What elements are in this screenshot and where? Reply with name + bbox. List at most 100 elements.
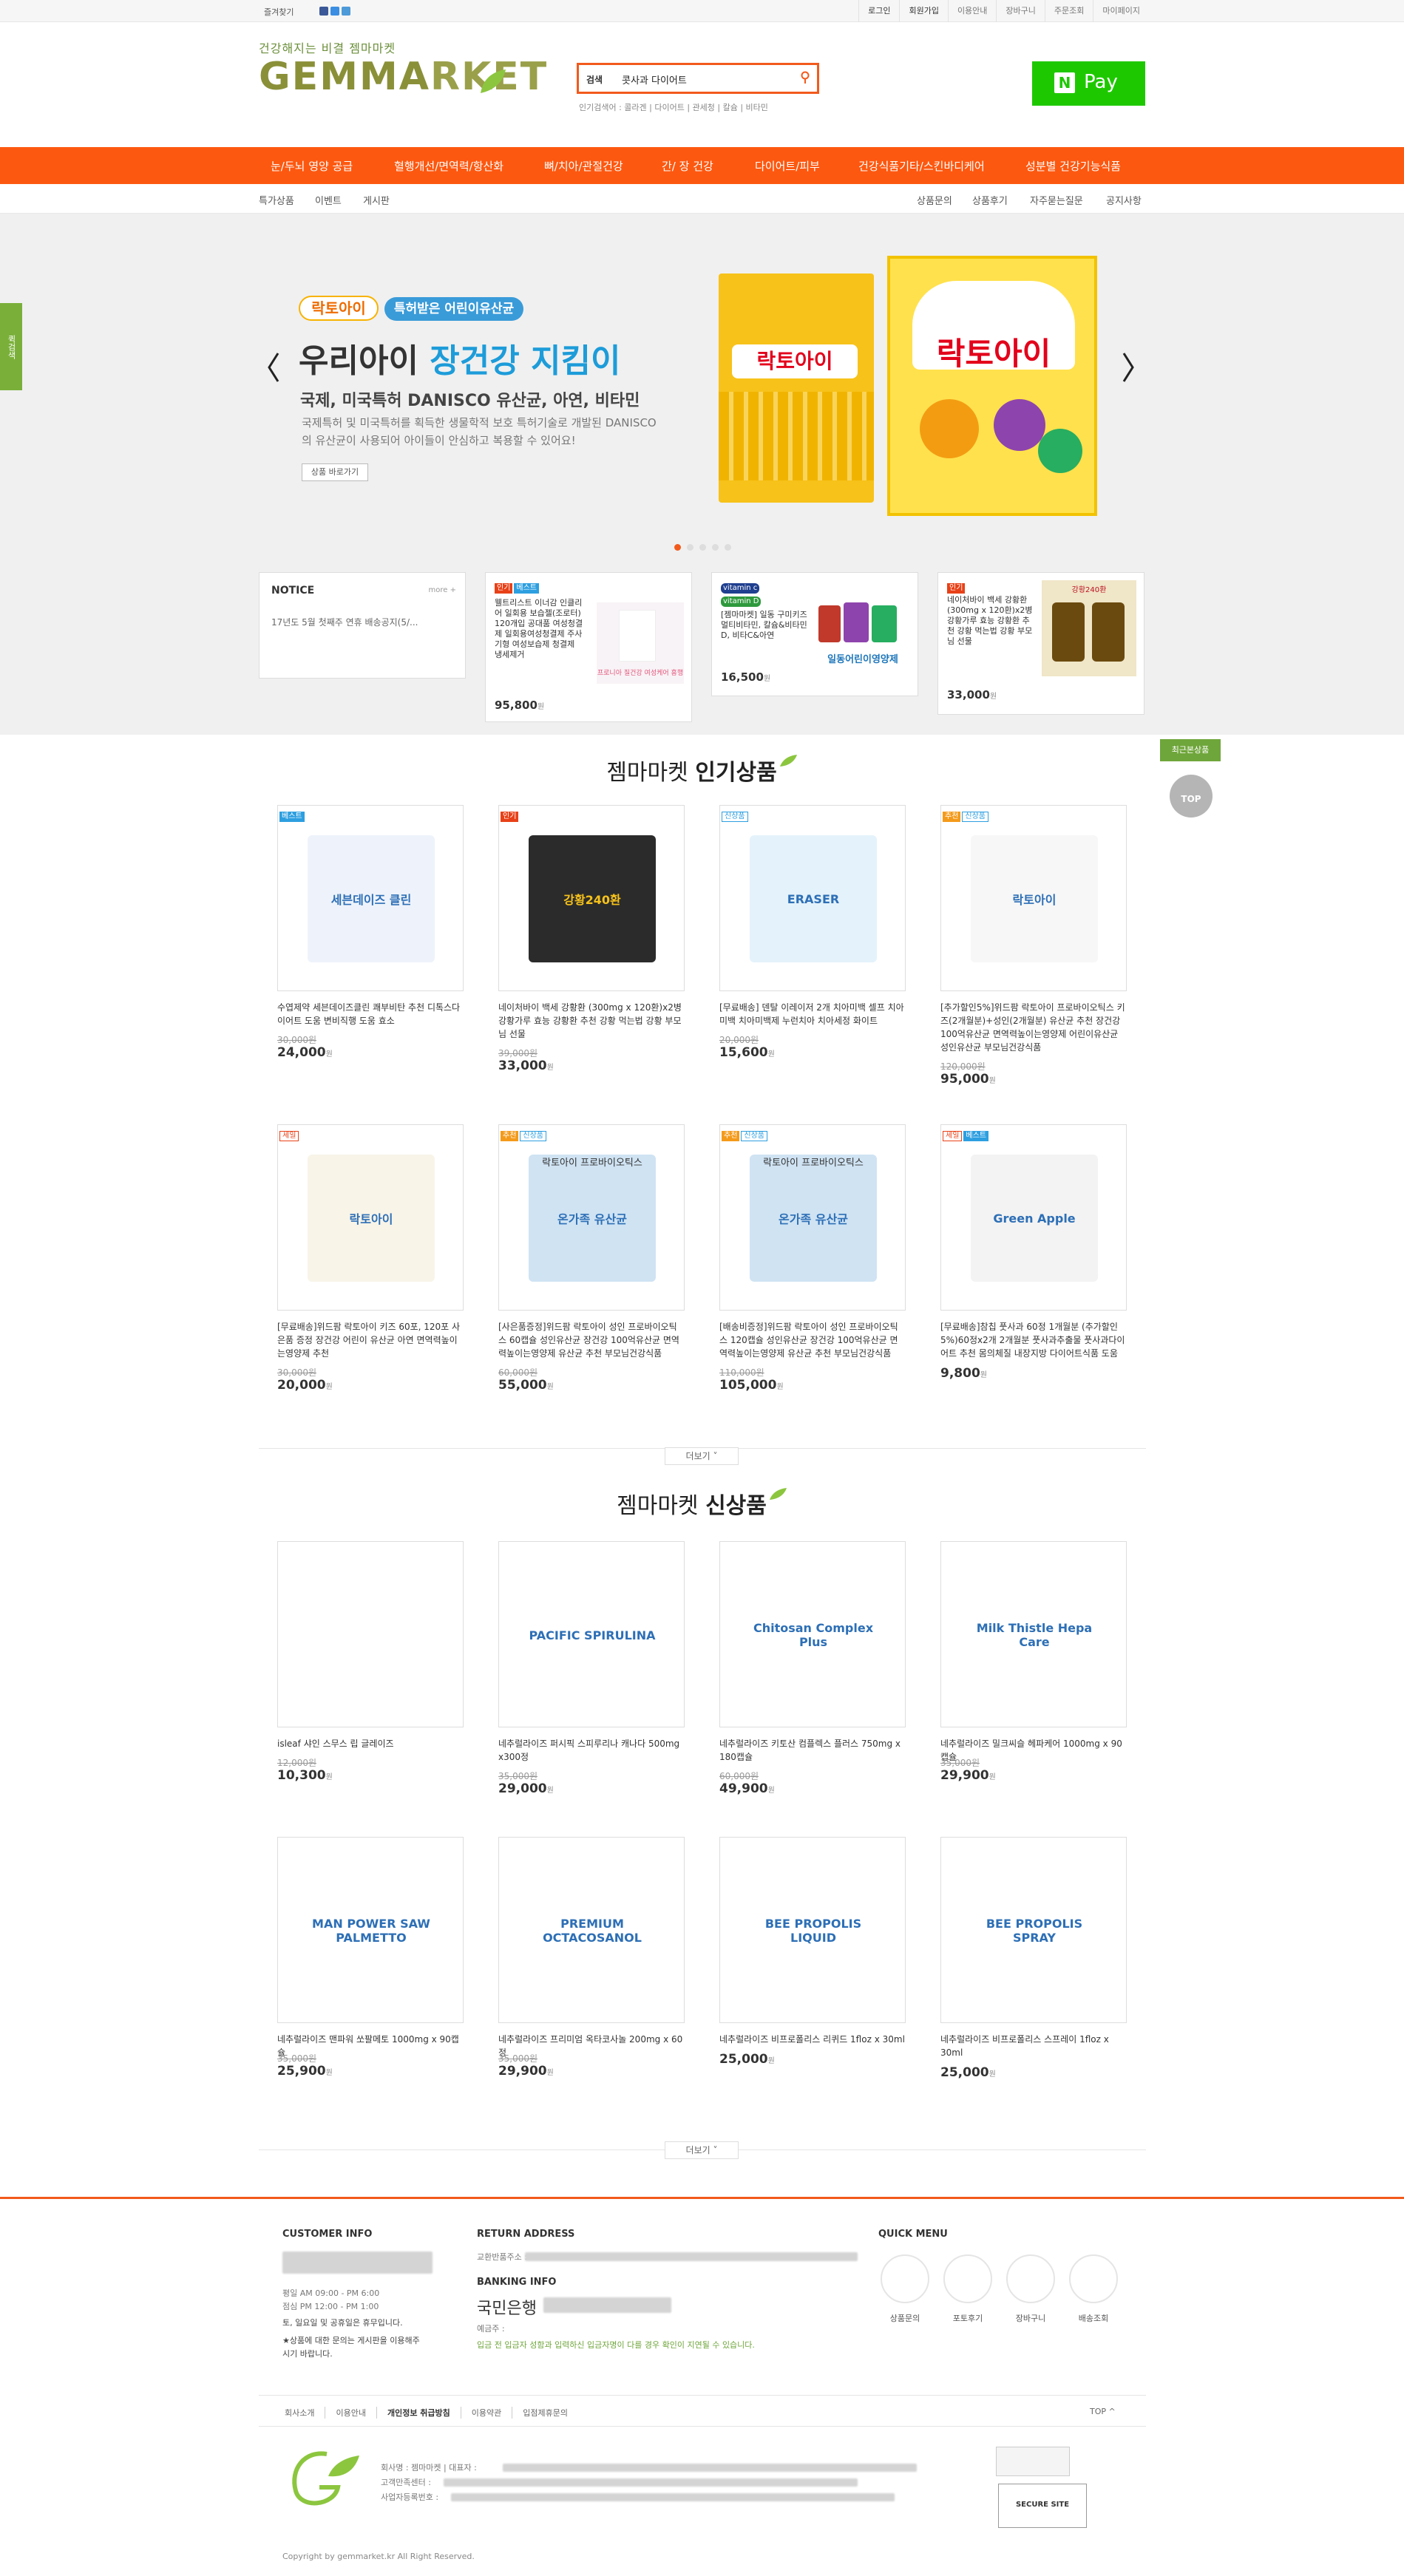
mini-product-card[interactable]: 인기 베스트 웰트리스트 이너감 인클리어 일회용 보습젤(조로터) 120개입 …: [485, 572, 692, 722]
mini-product-name[interactable]: 네이처바이 백세 강황환 (300mg x 120환)x2병 강황가루 효능 강…: [947, 595, 1036, 647]
mini-product-name[interactable]: 웰트리스트 이너감 인클리어 일회용 보습젤(조로터) 120개입 공대품 여성…: [495, 598, 583, 660]
nav-by-ingredient[interactable]: 성분별 건강기능식품: [1025, 158, 1121, 174]
twitter-icon[interactable]: [330, 7, 339, 16]
secure-site-badge[interactable]: SECURE SITE: [998, 2484, 1087, 2528]
quick-qna[interactable]: 상품문의: [881, 2254, 929, 2324]
banner-prev-arrow[interactable]: [265, 349, 282, 386]
product-name[interactable]: [무료배송]위드팜 락토아이 키즈 60포, 120포 사은품 증정 장건강 어…: [277, 1320, 464, 1360]
product-image[interactable]: 강황240환 인기: [498, 805, 685, 991]
banner-dot[interactable]: [712, 544, 719, 551]
footer-link-terms[interactable]: 이용약관: [460, 2407, 512, 2419]
search-icon[interactable]: [801, 71, 810, 84]
search-input[interactable]: 콧사과 다이어트: [622, 72, 687, 86]
product-image[interactable]: PACIFIC SPIRULINA: [498, 1541, 685, 1727]
subnav-event[interactable]: 이벤트: [315, 193, 342, 207]
nav-bone-joint[interactable]: 뼈/치아/관절건강: [544, 158, 623, 174]
notice-more-link[interactable]: more +: [429, 586, 456, 594]
product-old-price: 35,000원: [498, 1771, 538, 1781]
hero-banner[interactable]: [0, 214, 1404, 557]
subnav-faq[interactable]: 자주묻는질문: [1030, 193, 1083, 207]
nav-diet-skin[interactable]: 다이어트/피부: [755, 158, 820, 174]
banner-dot[interactable]: [674, 544, 681, 551]
subnav-review[interactable]: 상품후기: [972, 193, 1008, 207]
divider: [259, 2395, 1146, 2396]
product-image[interactable]: ERASER 신상품: [719, 805, 906, 991]
product-name[interactable]: [배송비증정]위드팜 락토아이 성인 프로바이오틱스 120캡슐 성인유산균 장…: [719, 1320, 906, 1360]
mini-product-card[interactable]: 인기 네이처바이 백세 강황환 (300mg x 120환)x2병 강황가루 효…: [937, 572, 1144, 715]
mini-product-card[interactable]: vitamin c vitamin D [젬마마켓] 일동 구미키즈 멀티비타민…: [711, 572, 918, 696]
facebook-icon[interactable]: [319, 7, 328, 16]
product-image[interactable]: 락토아이 추천 신상품: [940, 805, 1127, 991]
search-scope[interactable]: 검색: [586, 73, 603, 86]
product-image[interactable]: BEE PROPOLIS LIQUID: [719, 1837, 906, 2023]
product-image[interactable]: BEE PROPOLIS SPRAY: [940, 1837, 1127, 2023]
quick-search-tab[interactable]: 퀵검색: [0, 303, 22, 390]
nav-blood-immune[interactable]: 혈행개선/면역력/항산화: [394, 158, 503, 174]
subnav-board[interactable]: 게시판: [363, 193, 390, 207]
banner-next-arrow[interactable]: [1119, 349, 1137, 386]
escrow-badge[interactable]: [996, 2447, 1070, 2476]
footer-link-guide[interactable]: 이용안내: [325, 2407, 376, 2419]
mypage-link[interactable]: 마이페이지: [1093, 0, 1149, 22]
bank-note: 입금 전 입금자 성함과 입력하신 입금자명이 다를 경우 확인이 지연될 수 …: [477, 2340, 755, 2350]
product-image[interactable]: Milk Thistle Hepa Care: [940, 1541, 1127, 1727]
popular-keywords[interactable]: 인기검색어 : 콜라겐 | 다이어트 | 관세청 | 칼슘 | 비타민: [579, 101, 768, 113]
nav-etc-body[interactable]: 건강식품기타/스킨바디케어: [858, 158, 985, 174]
npay-button[interactable]: N Pay: [1032, 61, 1145, 106]
order-link[interactable]: 주문조회: [1044, 0, 1093, 22]
favorite-link[interactable]: 즐겨찾기: [264, 6, 294, 18]
blog-icon[interactable]: [342, 7, 350, 16]
product-name[interactable]: isleaf 샤인 스무스 립 글레이즈: [277, 1737, 464, 1750]
site-logo[interactable]: 건강해지는 비결 젬마마켓 GEMMARKET: [259, 38, 548, 98]
quick-delivery[interactable]: 배송조회: [1069, 2254, 1118, 2324]
join-link[interactable]: 회원가입: [899, 0, 947, 22]
new-more-button[interactable]: 더보기 ˅: [665, 2141, 739, 2159]
quick-cart[interactable]: 장바구니: [1006, 2254, 1055, 2324]
product-name[interactable]: 네추럴라이즈 비프로폴리스 리퀴드 1floz x 30ml: [719, 2033, 906, 2046]
product-image[interactable]: Chitosan Complex Plus: [719, 1541, 906, 1727]
grid-icon: [1069, 2254, 1118, 2303]
guide-link[interactable]: 이용안내: [947, 0, 996, 22]
quick-photo-review[interactable]: 포토후기: [943, 2254, 992, 2324]
banner-dot[interactable]: [699, 544, 706, 551]
mini-product-caption: 강황240환: [1071, 586, 1107, 594]
footer-link-privacy[interactable]: 개인정보 취급방침: [376, 2407, 461, 2419]
product-name[interactable]: 네이처바이 백세 강황환 (300mg x 120환)x2병 강황가루 효능 강…: [498, 1001, 685, 1041]
nav-eye-brain[interactable]: 눈/두뇌 영양 공급: [271, 158, 353, 174]
footer-link-partner[interactable]: 입점제휴문의: [512, 2407, 578, 2419]
product-old-price: 120,000원: [940, 1061, 986, 1072]
quick-label: 배송조회: [1078, 2314, 1109, 2323]
footer-link-about[interactable]: 회사소개: [285, 2407, 325, 2419]
product-name[interactable]: 네추럴라이즈 비프로폴리스 스프레이 1floz x 30ml: [940, 2033, 1127, 2059]
notice-item[interactable]: 17년도 5월 첫째주 연휴 배송공지(5/...: [271, 616, 418, 628]
product-image[interactable]: 온가족 유산균 락토아이 프로바이오틱스 추천 신상품: [498, 1124, 685, 1311]
cart-link[interactable]: 장바구니: [996, 0, 1044, 22]
product-name[interactable]: 수엽제약 세븐데이즈클린 쾌부비탄 추천 디톡스다이어트 도움 변비직행 도움 …: [277, 1001, 464, 1027]
product-image[interactable]: 락토아이 세일: [277, 1124, 464, 1311]
product-name[interactable]: [사은품증정]위드팜 락토아이 성인 프로바이오틱스 60캡슐 성인유산균 장건…: [498, 1320, 685, 1360]
banner-dot[interactable]: [725, 544, 731, 551]
subnav-special[interactable]: 특가상품: [259, 193, 294, 207]
product-name[interactable]: 네추럴라이즈 퍼시픽 스피루리나 캐나다 500mg x300정: [498, 1737, 685, 1764]
search-box[interactable]: 검색 콧사과 다이어트: [577, 63, 819, 94]
product-image[interactable]: Green Apple 세일 베스트: [940, 1124, 1127, 1311]
product-image[interactable]: 온가족 유산균 락토아이 프로바이오틱스 추천 신상품: [719, 1124, 906, 1311]
product-name[interactable]: 네추럴라이즈 키토산 컴플렉스 플러스 750mg x 180캡슐: [719, 1737, 906, 1764]
subnav-qna[interactable]: 상품문의: [917, 193, 952, 207]
product-name[interactable]: [무료배송]참칩 풋사과 60정 1개월분 (추가할인 5%)60정x2개 2개…: [940, 1320, 1127, 1360]
top-menu: 로그인 회원가입 이용안내 장바구니 주문조회 마이페이지: [858, 0, 1149, 22]
product-image[interactable]: MAN POWER SAW PALMETTO: [277, 1837, 464, 2023]
login-link[interactable]: 로그인: [858, 0, 899, 22]
product-name[interactable]: [무료배송] 덴탈 이레이저 2개 치아미백 셀프 치아미백 치아미백제 누런치…: [719, 1001, 906, 1027]
nav-liver-gut[interactable]: 간/ 장 건강: [662, 158, 713, 174]
banner-dot[interactable]: [687, 544, 693, 551]
product-image[interactable]: PREMIUM OCTACOSANOL: [498, 1837, 685, 2023]
footer-top-link[interactable]: TOP ^: [1090, 2407, 1116, 2416]
product-image[interactable]: [277, 1541, 464, 1727]
banner-go-button[interactable]: 상품 바로가기: [302, 463, 368, 481]
product-image[interactable]: 세븐데이즈 클린 베스트: [277, 805, 464, 991]
mini-product-name[interactable]: [젬마마켓] 일동 구미키즈 멀티비타민, 칼슘&비타민D, 비타C&아연: [721, 610, 810, 641]
popular-more-button[interactable]: 더보기 ˅: [665, 1447, 739, 1465]
subnav-notice[interactable]: 공지사항: [1106, 193, 1142, 207]
product-name[interactable]: [추가할인5%]위드팜 락토아이 프로바이오틱스 키즈(2개월분)+성인(2개월…: [940, 1001, 1127, 1054]
